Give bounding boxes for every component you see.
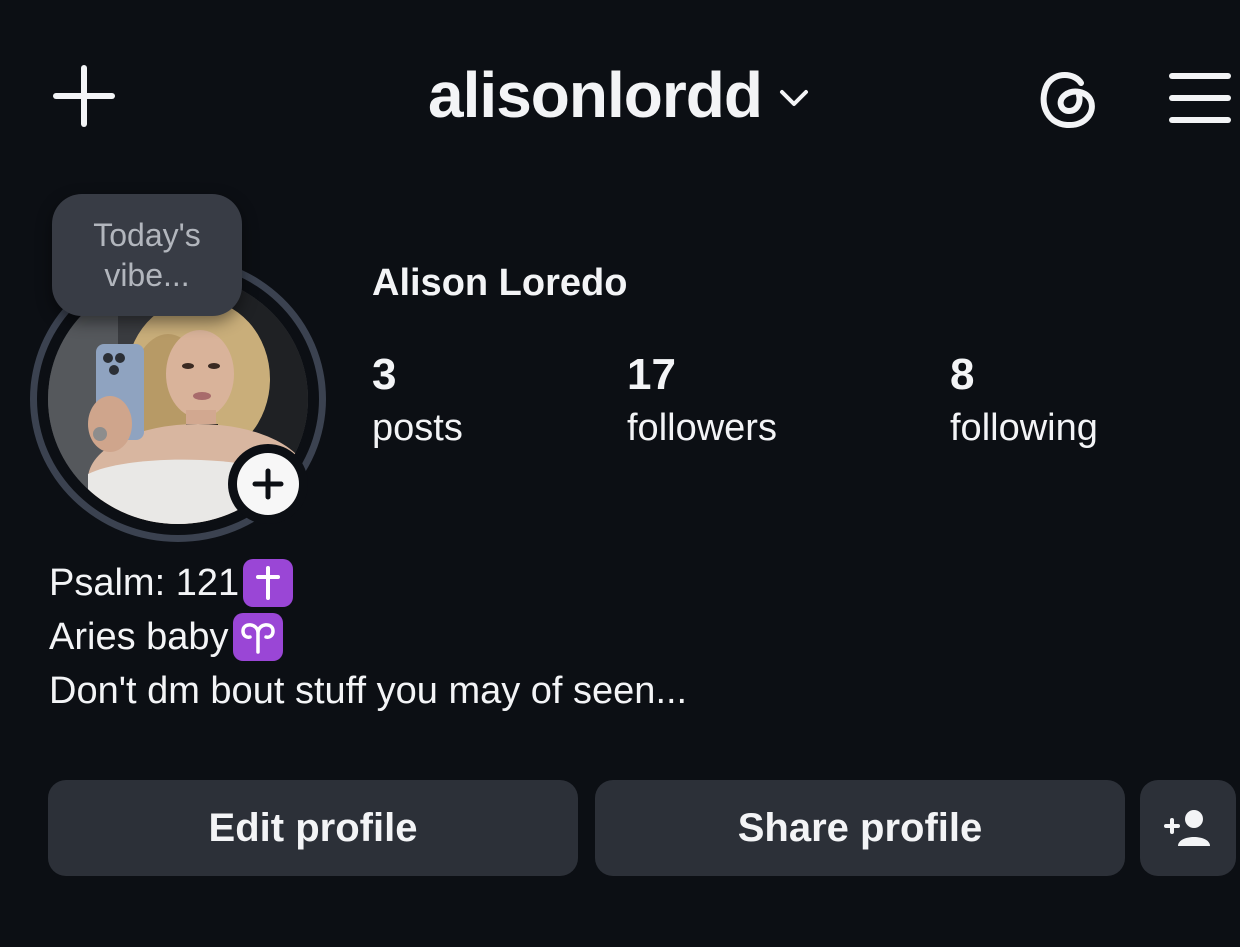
note-bubble[interactable]: Today's vibe...	[52, 194, 242, 316]
bio-line-1-text: Psalm: 121	[49, 561, 240, 604]
aries-emoji	[232, 613, 283, 661]
add-person-icon	[1164, 810, 1210, 846]
posts-label: posts	[372, 407, 463, 449]
plus-icon	[252, 468, 284, 500]
discover-people-button[interactable]	[1140, 780, 1236, 876]
bio-line-3-text: Don't dm bout stuff you may of seen...	[49, 669, 688, 712]
following-count: 8	[950, 350, 975, 399]
display-name: Alison Loredo	[372, 262, 628, 304]
followers-label: followers	[627, 407, 777, 449]
threads-button[interactable]	[1026, 56, 1110, 140]
chevron-down-icon	[779, 90, 808, 106]
aries-sign-icon	[240, 623, 275, 654]
following-stat[interactable]: 8 following	[950, 350, 1098, 456]
edit-profile-button[interactable]: Edit profile	[48, 780, 578, 876]
bio: Psalm: 121 Aries baby Don't dm bout stuf…	[49, 556, 687, 718]
followers-count: 17	[627, 350, 676, 399]
threads-icon	[1040, 72, 1095, 129]
share-profile-button[interactable]: Share profile	[595, 780, 1125, 876]
note-text-line-2: vibe...	[104, 257, 190, 293]
following-label: following	[950, 407, 1098, 449]
add-story-circle	[237, 453, 299, 515]
latin-cross-icon	[256, 566, 281, 600]
posts-count: 3	[372, 350, 397, 399]
top-bar: alisonlordd	[0, 0, 1240, 190]
followers-stat[interactable]: 17 followers	[627, 350, 777, 456]
add-story-button[interactable]	[228, 444, 308, 524]
bio-line-2: Aries baby	[49, 610, 687, 664]
hamburger-menu-icon	[1169, 73, 1231, 123]
bio-line-2-text: Aries baby	[49, 615, 229, 658]
posts-stat[interactable]: 3 posts	[372, 350, 463, 456]
bio-line-3: Don't dm bout stuff you may of seen...	[49, 664, 687, 718]
note-text-line-1: Today's	[93, 217, 201, 253]
username: alisonlordd	[428, 59, 763, 131]
cross-emoji	[243, 559, 294, 607]
menu-button[interactable]	[1160, 60, 1240, 136]
bio-line-1: Psalm: 121	[49, 556, 687, 610]
